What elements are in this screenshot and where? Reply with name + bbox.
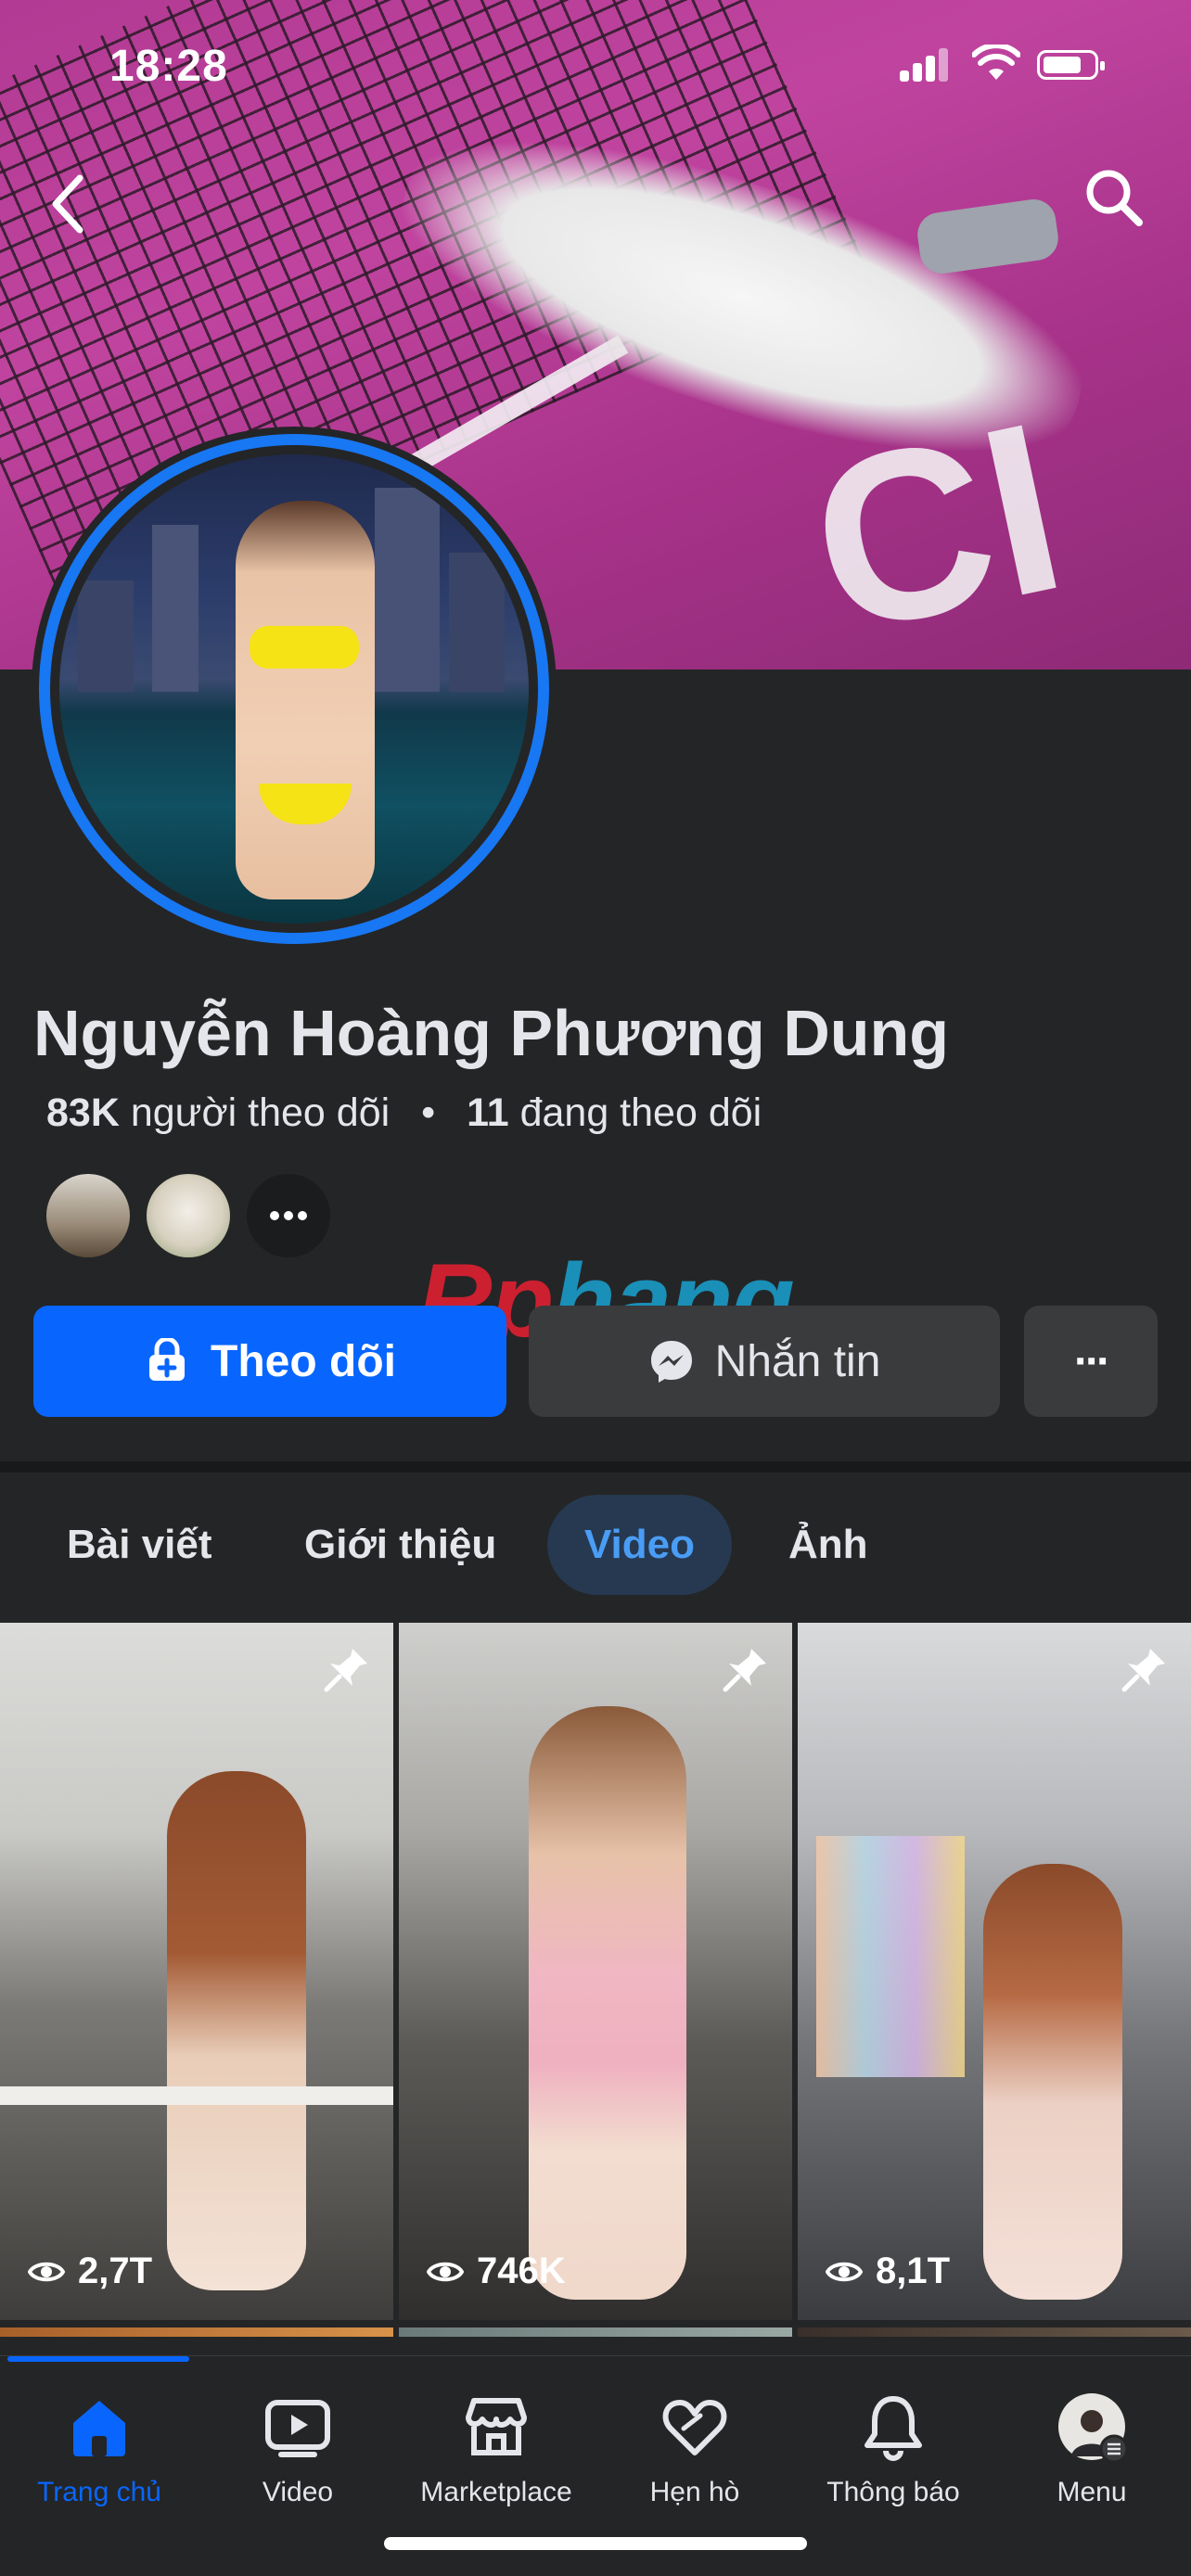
more-options-icon: ··· xyxy=(1074,1336,1111,1386)
video-thumbnail[interactable]: 8,1T xyxy=(798,1623,1191,2320)
stats-separator: • xyxy=(421,1090,436,1135)
nav-notifications[interactable]: Thông báo xyxy=(794,2390,992,2508)
home-indicator xyxy=(384,2537,807,2550)
video-thumbnail[interactable]: 746K xyxy=(399,1623,792,2320)
video-thumbnail-partial[interactable] xyxy=(798,2327,1191,2337)
messenger-icon xyxy=(650,1341,692,1383)
status-bar: 18:28 xyxy=(0,0,1191,130)
video-thumbnail-partial[interactable] xyxy=(0,2327,393,2337)
video-thumbnail-partial[interactable] xyxy=(399,2327,792,2337)
nav-marketplace[interactable]: Marketplace xyxy=(397,2390,596,2508)
search-icon[interactable] xyxy=(1082,165,1146,230)
view-count: 8,1T xyxy=(826,2251,950,2292)
marketplace-icon xyxy=(466,2398,527,2455)
pin-icon xyxy=(1121,1649,1165,1692)
back-chevron-icon[interactable] xyxy=(43,167,98,241)
ellipsis-icon xyxy=(270,1211,307,1220)
status-time: 18:28 xyxy=(109,42,228,91)
pin-icon xyxy=(324,1649,367,1692)
cover-paddle xyxy=(915,196,1061,277)
menu-avatar xyxy=(1058,2393,1129,2464)
tab-posts[interactable]: Bài viết xyxy=(67,1495,212,1595)
friend-avatar[interactable] xyxy=(43,1170,134,1261)
video-icon xyxy=(265,2400,330,2457)
eye-icon xyxy=(826,2262,863,2281)
tab-about[interactable]: Giới thiệu xyxy=(304,1495,496,1595)
cover-court-letters: CI xyxy=(790,372,1083,670)
section-divider xyxy=(0,1461,1191,1473)
follow-label: Theo dõi xyxy=(211,1336,396,1386)
followers-label[interactable]: người theo dõi xyxy=(131,1090,390,1135)
follow-button[interactable]: Theo dõi xyxy=(33,1306,506,1417)
bell-icon xyxy=(864,2396,922,2461)
tab-photos[interactable]: Ảnh xyxy=(788,1495,868,1595)
video-grid: 2,7T 746K 8,1T xyxy=(0,1623,1191,2337)
view-count: 2,7T xyxy=(28,2251,152,2292)
nav-menu[interactable]: Menu xyxy=(992,2390,1191,2508)
battery-icon xyxy=(1037,50,1105,80)
tab-video[interactable]: Video xyxy=(547,1495,733,1595)
video-thumbnail[interactable]: 2,7T xyxy=(0,1623,393,2320)
view-count: 746K xyxy=(427,2251,566,2292)
follow-icon xyxy=(149,1338,186,1381)
nav-dating[interactable]: Hẹn hò xyxy=(596,2390,794,2508)
profile-avatar[interactable] xyxy=(59,454,529,924)
avatar-person xyxy=(236,501,375,899)
dating-heart-icon xyxy=(662,2400,727,2455)
wifi-icon xyxy=(972,45,1020,80)
following-count[interactable]: 11 xyxy=(467,1090,508,1135)
followers-count[interactable]: 83K xyxy=(46,1090,120,1135)
nav-home[interactable]: Trang chủ xyxy=(0,2390,198,2508)
message-button[interactable]: Nhắn tin xyxy=(529,1306,1000,1417)
nav-video[interactable]: Video xyxy=(198,2390,397,2508)
profile-tabs: Bài viết Giới thiệu Video Ảnh xyxy=(0,1495,1191,1597)
cellular-signal-icon xyxy=(900,48,950,82)
eye-icon xyxy=(427,2262,464,2281)
more-options-button[interactable]: ··· xyxy=(1024,1306,1158,1417)
following-label[interactable]: đang theo dõi xyxy=(520,1090,762,1135)
message-label: Nhắn tin xyxy=(714,1336,881,1386)
profile-name: Nguyễn Hoàng Phương Dung xyxy=(33,997,950,1069)
friend-avatar[interactable] xyxy=(143,1170,234,1261)
follow-stats: 83K người theo dõi • 11 đang theo dõi xyxy=(46,1090,762,1136)
home-icon xyxy=(73,2401,125,2456)
eye-icon xyxy=(28,2262,65,2281)
more-friends-button[interactable] xyxy=(243,1170,334,1261)
pin-icon xyxy=(723,1649,766,1692)
active-tab-indicator xyxy=(7,2356,189,2362)
